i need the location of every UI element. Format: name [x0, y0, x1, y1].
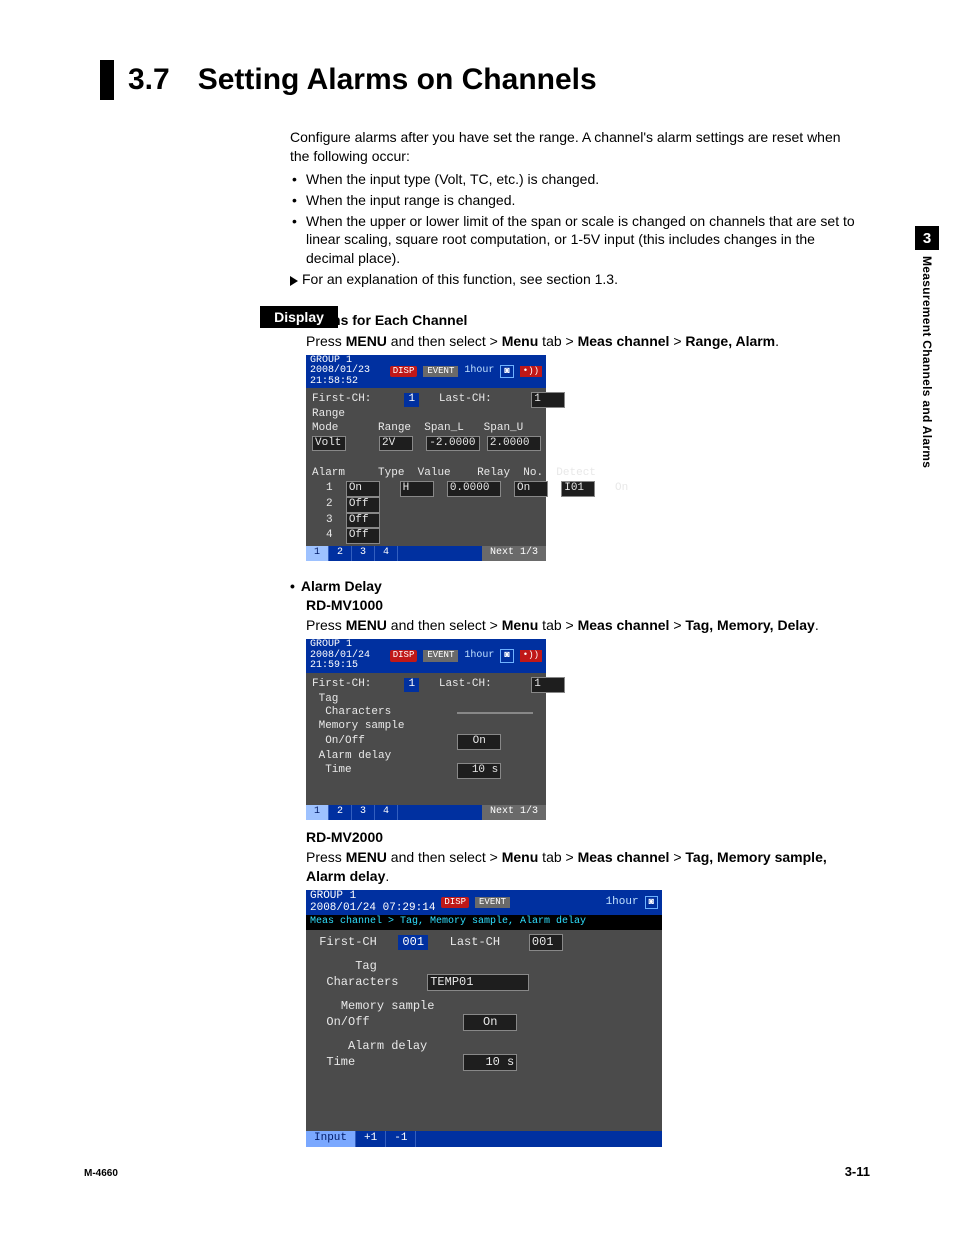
- intro-text: Configure alarms after you have set the …: [290, 128, 860, 166]
- disp-icon: DISP: [441, 897, 469, 908]
- intro-note: For an explanation of this function, see…: [290, 270, 860, 289]
- side-tab: 3 Measurement Channels and Alarms: [914, 226, 940, 606]
- display-badge: Display: [260, 306, 338, 328]
- list-item: When the input type (Volt, TC, etc.) is …: [290, 170, 860, 189]
- disp-icon: DISP: [390, 650, 418, 661]
- footer-page-number: 3-11: [845, 1164, 870, 1179]
- screenshot-range-alarm: GROUP 12008/01/23 21:58:52 DISP EVENT 1h…: [306, 355, 546, 561]
- pointer-icon: [290, 276, 298, 286]
- camera-icon: ◙: [500, 365, 513, 378]
- alarm-delay-heading: •Alarm Delay: [290, 577, 860, 596]
- disp-icon: DISP: [390, 366, 418, 377]
- camera-icon: ◙: [645, 896, 658, 909]
- breadcrumb: Meas channel > Tag, Memory sample, Alarm…: [306, 915, 662, 930]
- intro-bullets: When the input type (Volt, TC, etc.) is …: [290, 170, 860, 268]
- model-rd-mv2000: RD-MV2000: [290, 828, 860, 847]
- section-bar-icon: [100, 60, 114, 100]
- list-item: When the input range is changed.: [290, 191, 860, 210]
- section-title: Setting Alarms on Channels: [198, 63, 597, 97]
- sound-icon: •)): [520, 366, 542, 377]
- section-number: 3.7: [128, 63, 170, 97]
- alarms-each-instruction: Press MENU and then select > Menu tab > …: [290, 332, 860, 351]
- footer-doc-id: M-4660: [84, 1168, 118, 1179]
- alarms-each-heading: •Alarms for Each Channel: [290, 311, 860, 330]
- list-item: When the upper or lower limit of the spa…: [290, 212, 860, 269]
- camera-icon: ◙: [500, 649, 513, 662]
- chapter-badge: 3: [915, 226, 939, 250]
- rd-mv1000-instruction: Press MENU and then select > Menu tab > …: [290, 616, 860, 635]
- screenshot-tag-memory-sample-alarm-delay: GROUP 12008/01/24 07:29:14 DISP EVENT 1h…: [306, 890, 662, 1146]
- rd-mv2000-instruction: Press MENU and then select > Menu tab > …: [290, 848, 860, 886]
- model-rd-mv1000: RD-MV1000: [290, 596, 860, 615]
- chapter-label: Measurement Channels and Alarms: [920, 256, 934, 468]
- sound-icon: •)): [520, 650, 542, 661]
- screenshot-tag-memory-delay: GROUP 12008/01/24 21:59:15 DISP EVENT 1h…: [306, 639, 546, 819]
- section-header: 3.7 Setting Alarms on Channels: [100, 60, 860, 100]
